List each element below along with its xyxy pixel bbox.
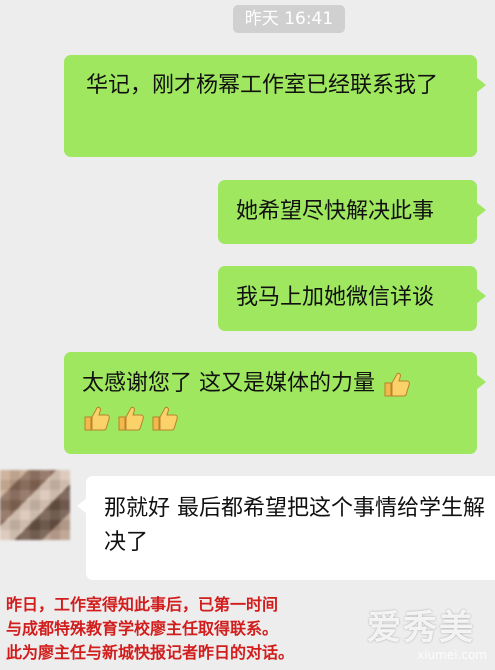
avatar[interactable]	[0, 470, 70, 540]
thumbs-up-icon	[382, 369, 412, 399]
message-text: 那就好 最后都希望把这个事情给学生解决了	[104, 496, 485, 555]
thumbs-up-icon	[82, 403, 112, 433]
message-bubble-sent[interactable]: 太感谢您了 这又是媒体的力量	[64, 352, 486, 454]
thumbs-up-icon	[116, 403, 146, 433]
emoji-group	[82, 403, 180, 433]
thumbs-up-icon	[150, 403, 180, 433]
message-text: 华记，刚才杨幂工作室已经联系我了	[86, 73, 439, 98]
message-bubble-sent[interactable]: 她希望尽快解决此事	[218, 180, 486, 244]
message-text: 她希望尽快解决此事	[236, 199, 435, 224]
message-text: 太感谢您了 这又是媒体的力量	[82, 371, 375, 396]
message-text: 我马上加她微信详谈	[236, 285, 435, 310]
timestamp-pill: 昨天 16:41	[233, 5, 345, 33]
watermark-logo: 爱秀美	[367, 608, 475, 648]
message-bubble-sent[interactable]: 华记，刚才杨幂工作室已经联系我了	[64, 55, 486, 157]
watermark-url: xiumei.com	[417, 648, 487, 662]
message-bubble-received[interactable]: 那就好 最后都希望把这个事情给学生解决了	[77, 476, 495, 580]
emoji-group	[382, 369, 412, 399]
caption-text: 昨日，工作室得知此事后，已第一时间 与成都特殊教育学校廖主任取得联系。 此为廖主…	[6, 595, 295, 662]
message-bubble-sent[interactable]: 我马上加她微信详谈	[218, 266, 486, 331]
